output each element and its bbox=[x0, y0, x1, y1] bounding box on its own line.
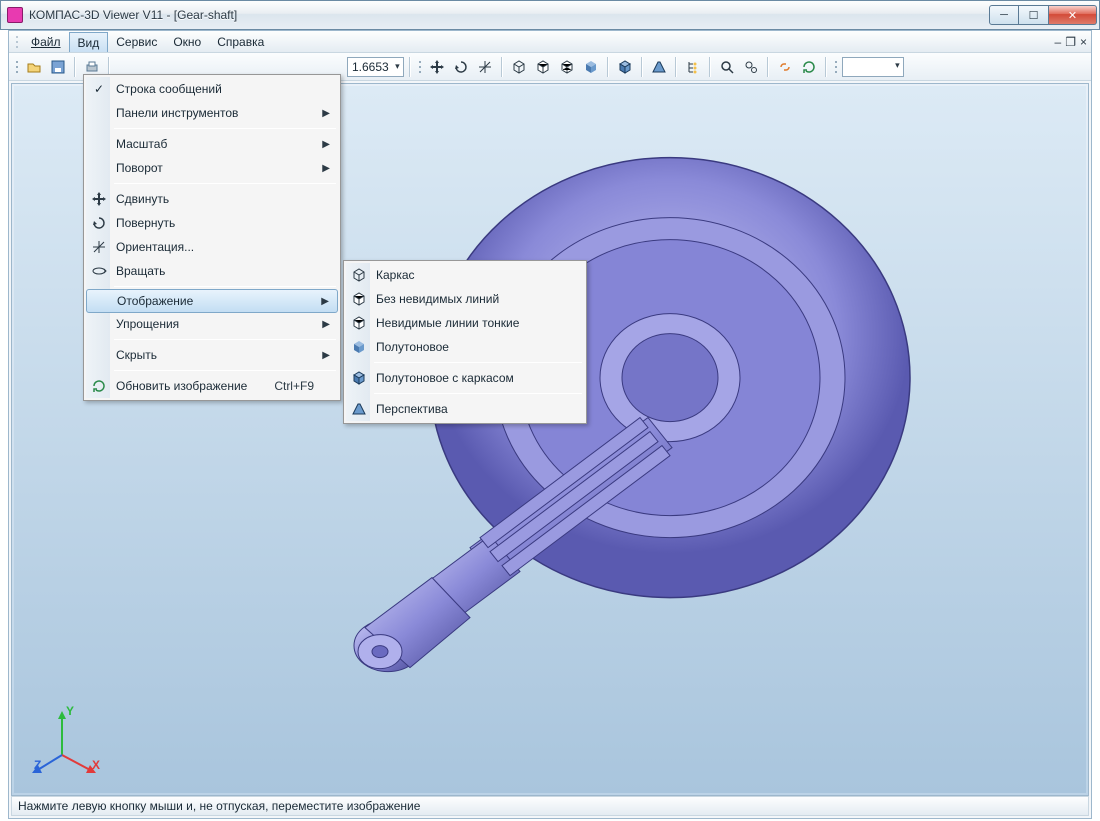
check-icon: ✓ bbox=[90, 80, 108, 98]
orient-icon[interactable] bbox=[474, 56, 496, 78]
toolbar-grip-2[interactable] bbox=[416, 57, 424, 77]
cube-shaded-icon[interactable] bbox=[580, 56, 602, 78]
mdi-minimize-icon[interactable]: – bbox=[1055, 35, 1062, 49]
cube-thinhidden-icon bbox=[350, 314, 368, 332]
refresh-icon bbox=[90, 377, 108, 395]
save-icon[interactable] bbox=[47, 56, 69, 78]
zoom-input[interactable]: 1.6653 bbox=[347, 57, 404, 77]
toolbar-grip[interactable] bbox=[13, 57, 21, 77]
orient-icon bbox=[90, 238, 108, 256]
perspective-icon[interactable] bbox=[648, 56, 670, 78]
status-text: Нажмите левую кнопку мыши и, не отпуская… bbox=[18, 799, 420, 813]
maximize-button[interactable]: ☐ bbox=[1019, 5, 1049, 25]
cube-nohidden-icon bbox=[350, 290, 368, 308]
menuitem-toolbars[interactable]: Панели инструментов▶ bbox=[86, 101, 338, 125]
rotate-icon bbox=[90, 214, 108, 232]
submenuitem-shaded-edge[interactable]: Полутоновое с каркасом bbox=[346, 366, 584, 390]
titlebar: КОМПАС-3D Viewer V11 - [Gear-shaft] ─ ☐ … bbox=[0, 0, 1100, 30]
menuitem-refresh[interactable]: Обновить изображениеCtrl+F9 bbox=[86, 374, 338, 398]
open-icon[interactable] bbox=[23, 56, 45, 78]
menuitem-rotate-sub[interactable]: Поворот▶ bbox=[86, 156, 338, 180]
menuitem-display[interactable]: Отображение▶ bbox=[86, 289, 338, 313]
submenuitem-shaded[interactable]: Полутоновое bbox=[346, 335, 584, 359]
cube-nohidden-icon[interactable] bbox=[532, 56, 554, 78]
statusbar: Нажмите левую кнопку мыши и, не отпуская… bbox=[11, 796, 1089, 816]
move-icon bbox=[90, 190, 108, 208]
svg-text:Y: Y bbox=[66, 705, 74, 718]
link-icon[interactable] bbox=[774, 56, 796, 78]
menu-help[interactable]: Справка bbox=[209, 31, 272, 52]
mdi-restore-icon[interactable]: ❐ bbox=[1065, 35, 1076, 49]
cube-wire-icon[interactable] bbox=[508, 56, 530, 78]
menuitem-scale[interactable]: Масштаб▶ bbox=[86, 132, 338, 156]
menuitem-rotate[interactable]: Повернуть bbox=[86, 211, 338, 235]
mdi-close-icon[interactable]: × bbox=[1080, 35, 1087, 49]
toolbar-grip-3[interactable] bbox=[832, 57, 840, 77]
cube-shaded-icon bbox=[350, 338, 368, 356]
gears-icon[interactable] bbox=[740, 56, 762, 78]
svg-text:Z: Z bbox=[34, 758, 41, 772]
cube-shaded-edge-icon[interactable] bbox=[614, 56, 636, 78]
filter-combo[interactable] bbox=[842, 57, 904, 77]
refresh-icon[interactable] bbox=[798, 56, 820, 78]
menuitem-statusbar[interactable]: ✓Строка сообщений bbox=[86, 77, 338, 101]
menuitem-spin[interactable]: Вращать bbox=[86, 259, 338, 283]
menu-view[interactable]: Вид bbox=[69, 32, 109, 52]
minimize-button[interactable]: ─ bbox=[989, 5, 1019, 25]
cube-wire-icon bbox=[350, 266, 368, 284]
menu-service[interactable]: Сервис bbox=[108, 31, 165, 52]
app-icon bbox=[7, 7, 23, 23]
menu-file[interactable]: Файл bbox=[23, 31, 69, 52]
rotate-icon[interactable] bbox=[450, 56, 472, 78]
axis-triad: Y X Z bbox=[32, 705, 102, 775]
perspective-icon bbox=[350, 400, 368, 418]
submenuitem-thinhidden[interactable]: Невидимые линии тонкие bbox=[346, 311, 584, 335]
submenuitem-perspective[interactable]: Перспектива bbox=[346, 397, 584, 421]
window-title: КОМПАС-3D Viewer V11 - [Gear-shaft] bbox=[29, 8, 989, 22]
spin-icon bbox=[90, 262, 108, 280]
cube-shaded-edge-icon bbox=[350, 369, 368, 387]
svg-text:X: X bbox=[92, 758, 100, 772]
close-button[interactable]: ✕ bbox=[1049, 5, 1097, 25]
menubar-grip[interactable] bbox=[13, 31, 23, 52]
view-menu: ✓Строка сообщений Панели инструментов▶ М… bbox=[83, 74, 341, 401]
display-submenu: Каркас Без невидимых линий Невидимые лин… bbox=[343, 260, 587, 424]
move-icon[interactable] bbox=[426, 56, 448, 78]
mdi-controls: – ❐ × bbox=[1055, 31, 1091, 52]
menubar: Файл Вид Сервис Окно Справка – ❐ × bbox=[9, 31, 1091, 53]
menu-window[interactable]: Окно bbox=[165, 31, 209, 52]
cube-thinhidden-icon[interactable] bbox=[556, 56, 578, 78]
window-controls: ─ ☐ ✕ bbox=[989, 5, 1097, 25]
tree-icon[interactable] bbox=[682, 56, 704, 78]
menuitem-simplify[interactable]: Упрощения▶ bbox=[86, 312, 338, 336]
submenuitem-wireframe[interactable]: Каркас bbox=[346, 263, 584, 287]
menuitem-orientation[interactable]: Ориентация... bbox=[86, 235, 338, 259]
search-icon[interactable] bbox=[716, 56, 738, 78]
menuitem-move[interactable]: Сдвинуть bbox=[86, 187, 338, 211]
menuitem-hide[interactable]: Скрыть▶ bbox=[86, 343, 338, 367]
submenuitem-nohidden[interactable]: Без невидимых линий bbox=[346, 287, 584, 311]
